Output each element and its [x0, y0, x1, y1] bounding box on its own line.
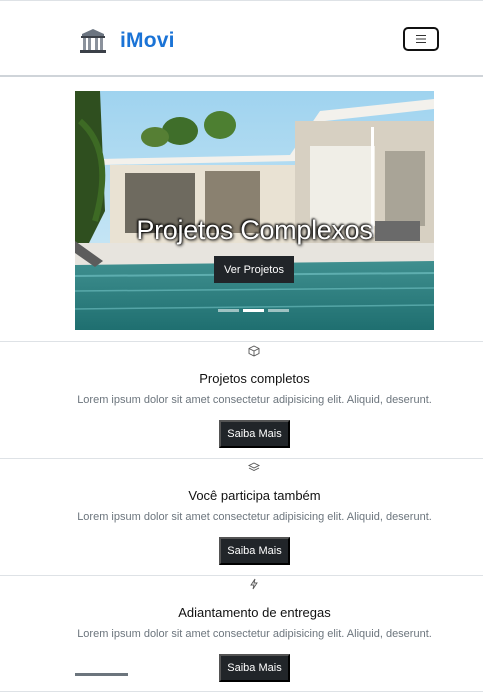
- scroll-indicator-bar: [75, 673, 128, 676]
- feature-title: Adiantamento de entregas: [178, 605, 331, 620]
- hero-carousel[interactable]: Projetos Complexos Ver Projetos: [75, 91, 434, 330]
- brand-name: iMovi: [120, 29, 175, 52]
- box-icon: [248, 345, 260, 357]
- carousel-caption: Projetos Complexos: [136, 215, 373, 245]
- feature-card: Adiantamento de entregas Lorem ipsum dol…: [0, 574, 483, 691]
- feature-text: Lorem ipsum dolor sit amet consectetur a…: [77, 394, 432, 406]
- saiba-mais-button[interactable]: Saiba Mais: [219, 654, 290, 682]
- feature-title: Você participa também: [188, 488, 321, 503]
- section-divider: [0, 341, 483, 342]
- carousel-indicator[interactable]: [268, 309, 289, 312]
- navbar-divider: [0, 75, 483, 77]
- feature-card: Projetos completos Lorem ipsum dolor sit…: [0, 340, 483, 457]
- section-divider: [0, 691, 483, 692]
- feature-card: Você participa também Lorem ipsum dolor …: [0, 457, 483, 574]
- carousel-indicator-active[interactable]: [243, 309, 264, 312]
- building-icon: [80, 29, 106, 53]
- layers-icon: [248, 462, 260, 472]
- carousel-slide-image: [75, 91, 434, 330]
- hamburger-icon: [416, 35, 426, 43]
- feature-text: Lorem ipsum dolor sit amet consectetur a…: [77, 628, 432, 640]
- ver-projetos-button[interactable]: Ver Projetos: [214, 256, 294, 283]
- brand-link[interactable]: iMovi: [79, 28, 175, 54]
- lightning-icon: [250, 578, 258, 590]
- section-divider: [0, 458, 483, 459]
- feature-title: Projetos completos: [199, 371, 310, 386]
- carousel-indicator[interactable]: [218, 309, 239, 312]
- navbar: iMovi: [0, 1, 483, 75]
- saiba-mais-button[interactable]: Saiba Mais: [219, 537, 290, 565]
- section-divider: [0, 575, 483, 576]
- navbar-toggler-button[interactable]: [403, 27, 439, 51]
- carousel-indicators: [218, 309, 289, 312]
- feature-text: Lorem ipsum dolor sit amet consectetur a…: [77, 511, 432, 523]
- saiba-mais-button[interactable]: Saiba Mais: [219, 420, 290, 448]
